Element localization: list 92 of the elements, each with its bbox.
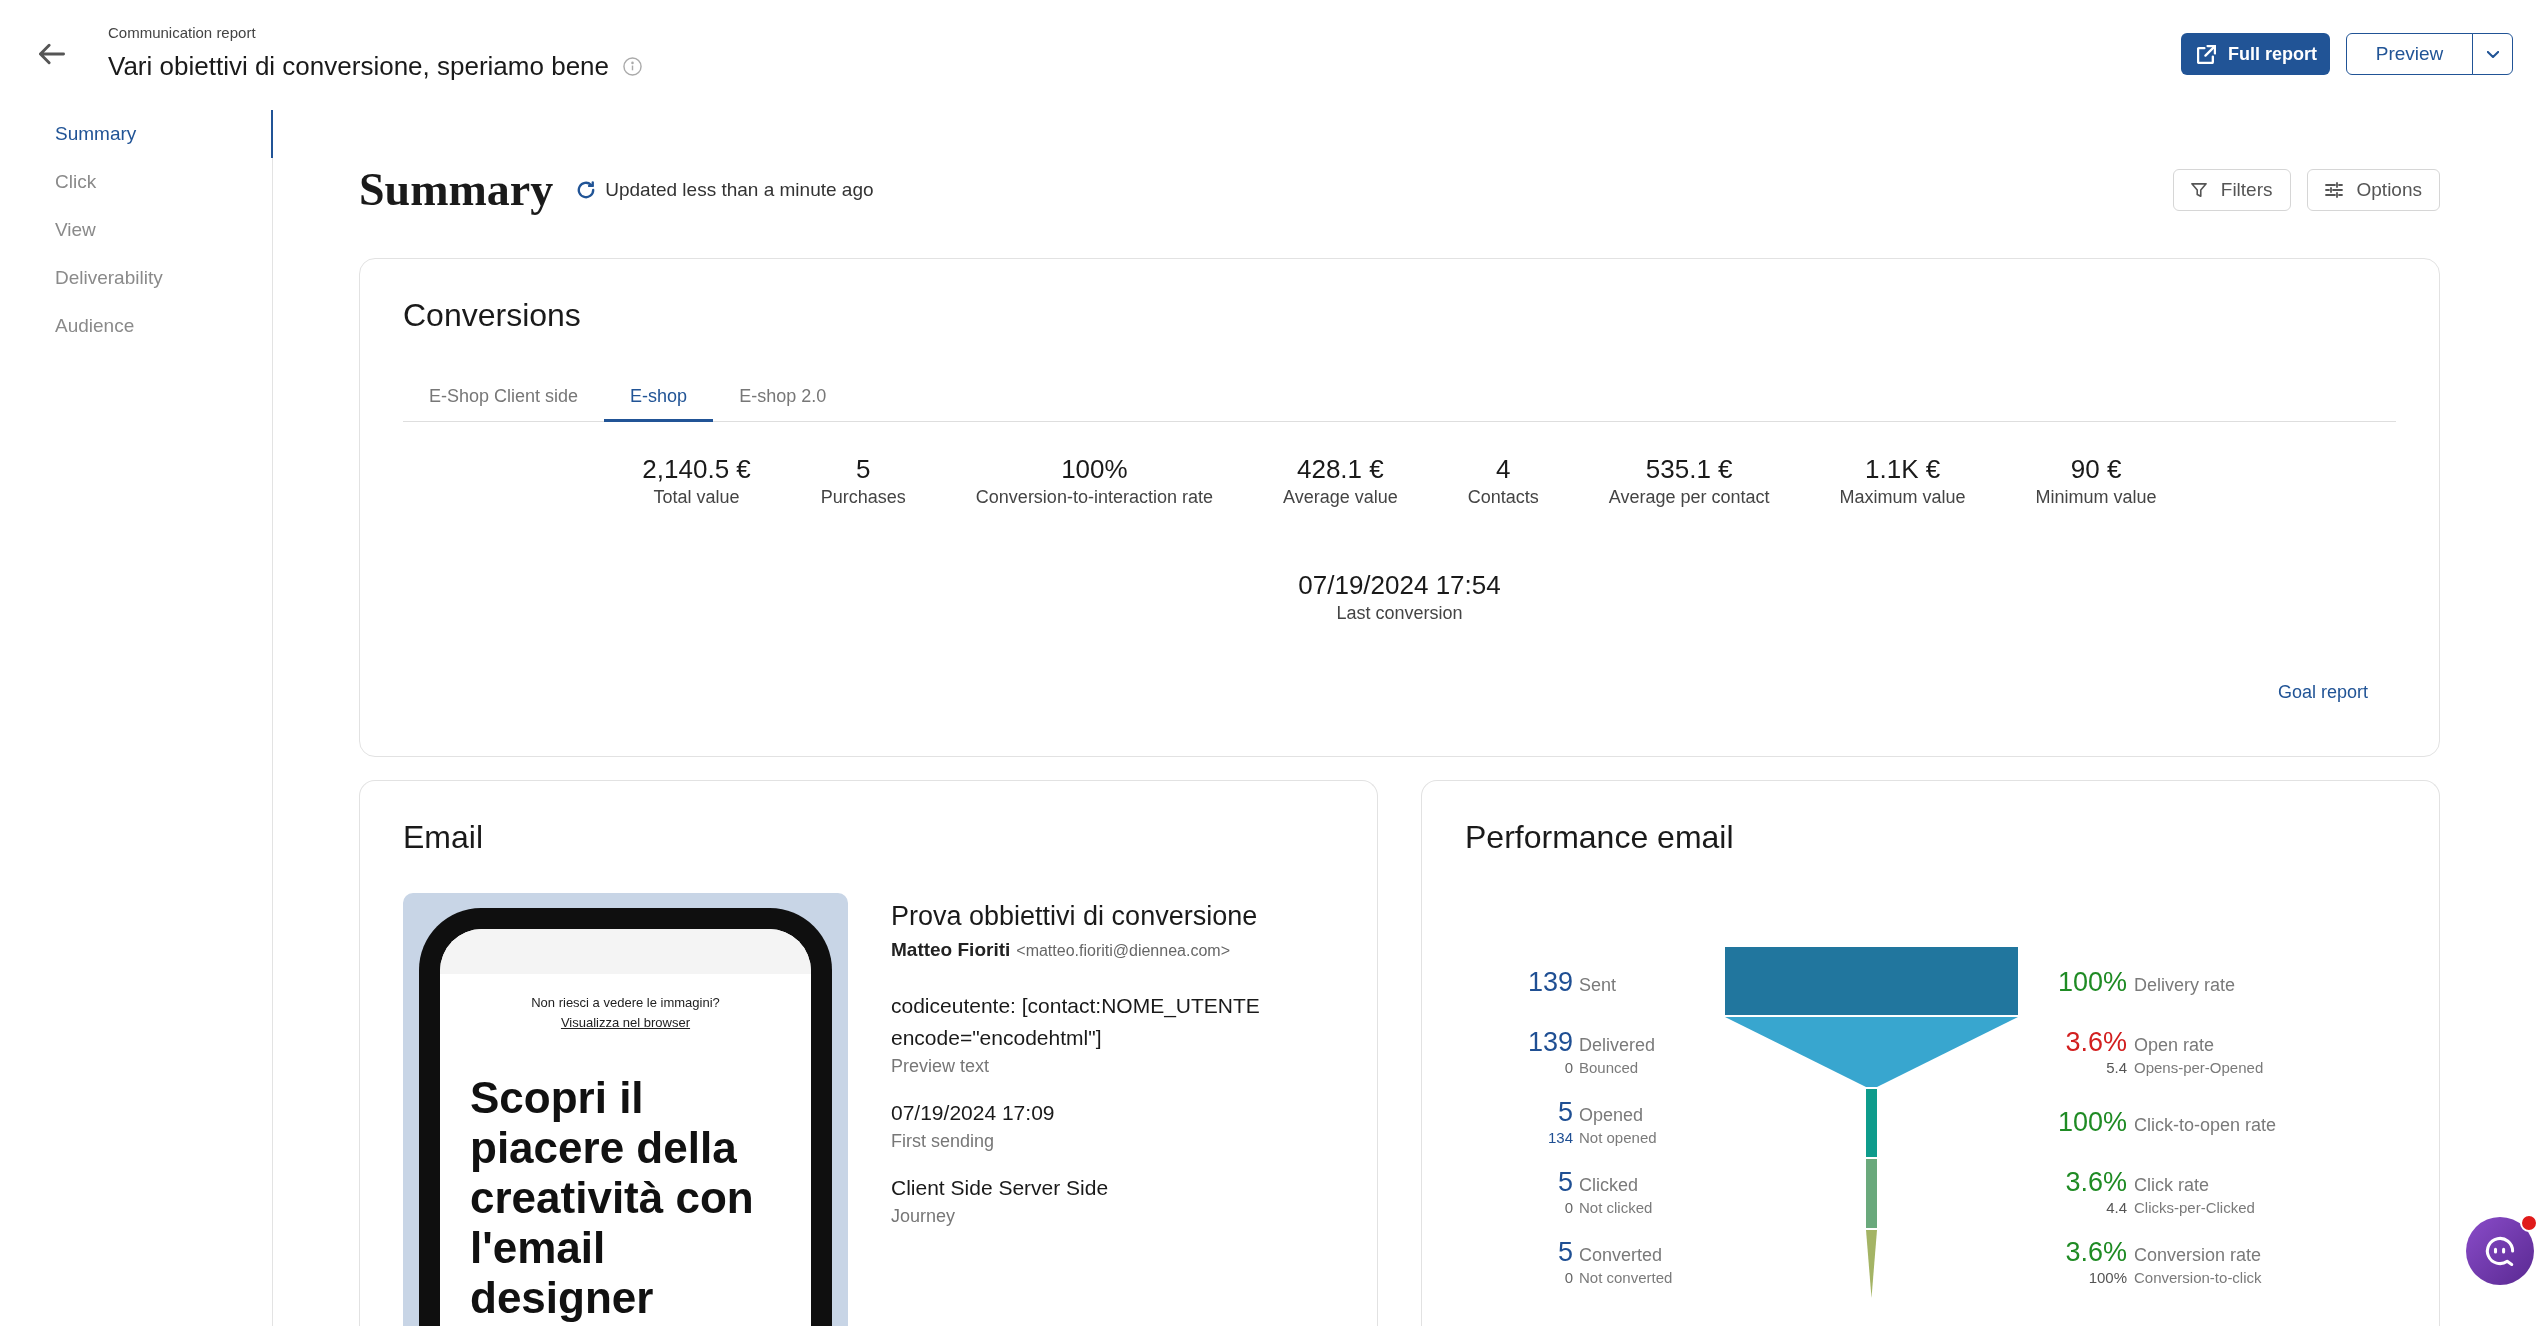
funnel-segment	[1866, 1089, 1877, 1157]
funnel-sublabel: Not converted	[1579, 1268, 1673, 1288]
stat-value: 5	[856, 453, 871, 485]
rate-label: Delivery rate	[2134, 974, 2236, 997]
refresh-icon	[577, 181, 596, 199]
rate-value: 3.6%	[2065, 1166, 2127, 1198]
sender-name: Matteo Fioriti	[891, 938, 1011, 962]
funnel-segment	[1866, 1159, 1877, 1228]
sender-email: <matteo.fioriti@diennea.com>	[1016, 941, 1230, 961]
stat-label: Total value	[653, 486, 740, 509]
sidebar-item[interactable]: Click	[0, 158, 273, 206]
conversion-tab[interactable]: E-shop	[604, 374, 714, 422]
funnel-label: Delivered	[1579, 1034, 1656, 1057]
rate-value: 3.6%	[2065, 1236, 2127, 1268]
email-subject: Prova obbiettivi di conversione	[891, 900, 1259, 933]
stat-label: Contacts	[1467, 486, 1539, 509]
sidebar-item[interactable]: Summary	[0, 110, 273, 158]
field-value: codiceutente: [contact:NOME_UTENTE encode="encodehtml"]	[891, 993, 1261, 1051]
ratio-label: Clicks-per-Clicked	[2134, 1198, 2255, 1218]
rate-value: 3.6%	[2065, 1026, 2127, 1058]
full-report-button[interactable]: Full report	[2181, 33, 2330, 75]
stat-label: Average per contact	[1608, 486, 1770, 509]
stat-value: 1.1K €	[1865, 453, 1941, 485]
ratio-value: 100%	[2088, 1268, 2127, 1288]
funnel-sublabel: Not clicked	[1579, 1198, 1653, 1218]
card-title: Conversions	[403, 296, 582, 335]
field-value: Client Side Server Side	[891, 1175, 1110, 1201]
conversion-tab[interactable]: E-shop 2.0	[713, 374, 853, 422]
stat-label: Conversion-to-interaction rate	[975, 486, 1213, 509]
sliders-icon	[2324, 182, 2343, 198]
breadcrumb: Communication report	[108, 23, 257, 43]
rate-label: Conversion rate	[2134, 1244, 2262, 1267]
funnel-count: 5	[1557, 1096, 1573, 1128]
funnel-sublabel: Bounced	[1579, 1058, 1639, 1078]
dropdown-button[interactable]	[2472, 33, 2513, 75]
conversion-tab[interactable]: E-Shop Client side	[403, 374, 605, 422]
ratio-value: 5.4	[2106, 1058, 2127, 1078]
last-conversion-value: 07/19/2024 17:54	[1298, 569, 1501, 601]
stat-value: 2,140.5 €	[642, 453, 751, 485]
funnel-subcount: 0	[1564, 1198, 1573, 1218]
funnel-subcount: 134	[1547, 1128, 1573, 1148]
stat-label: Minimum value	[2035, 486, 2157, 509]
ratio-label: Conversion-to-click	[2134, 1268, 2262, 1288]
filter-icon	[2190, 181, 2207, 199]
rate-value: 100%	[2057, 1106, 2127, 1138]
stat-value: 4	[1496, 453, 1511, 485]
funnel-count: 5	[1557, 1166, 1573, 1198]
funnel-label: Sent	[1579, 974, 1617, 997]
funnel-label: Converted	[1579, 1244, 1663, 1267]
field-value: 07/19/2024 17:09	[891, 1100, 1056, 1126]
filters-button[interactable]: Filters	[2172, 169, 2291, 211]
card-title: Performance email	[1465, 818, 1735, 857]
funnel-label: Opened	[1579, 1104, 1644, 1127]
stat-value: 535.1 €	[1645, 453, 1733, 485]
email-headline: Scopri il piacere della creatività con l'email designer	[470, 1073, 755, 1323]
stat-value: 428.1 €	[1296, 453, 1384, 485]
external-link-icon	[2197, 44, 2216, 64]
funnel-segment	[1866, 1230, 1877, 1298]
funnel-subcount: 0	[1564, 1268, 1573, 1288]
goal-report-link[interactable]: Goal report	[2277, 680, 2368, 704]
funnel-count: 139	[1527, 966, 1573, 998]
stat-label: Average value	[1282, 486, 1398, 509]
funnel-count: 5	[1557, 1236, 1573, 1268]
report-title: Vari obiettivi di conversione, speriamo bene	[108, 50, 609, 83]
field-label: Journey	[891, 1205, 957, 1228]
funnel-count: 139	[1527, 1026, 1573, 1058]
preview-notice: Non riesci a vedere le immagini? Visualizza nel browser	[530, 994, 721, 1032]
chevron-down-icon	[2486, 50, 2499, 58]
ratio-label: Opens-per-Opened	[2134, 1058, 2264, 1078]
field-label: Preview text	[891, 1055, 991, 1078]
funnel-label: Clicked	[1579, 1174, 1639, 1197]
stat-label: Purchases	[820, 486, 906, 509]
stat-value: 100%	[1061, 453, 1128, 485]
stat-label: Maximum value	[1839, 486, 1966, 509]
arrow-left-icon	[39, 43, 65, 65]
preview-button[interactable]: Preview	[2346, 33, 2473, 75]
rate-label: Click-to-open rate	[2134, 1114, 2277, 1137]
rate-label: Open rate	[2134, 1034, 2215, 1057]
update-status: Updated less than a minute ago	[605, 177, 874, 202]
stat-value: 90 €	[2070, 453, 2122, 485]
page-heading: Summary	[359, 165, 554, 215]
rate-label: Click rate	[2134, 1174, 2209, 1197]
ratio-value: 4.4	[2106, 1198, 2127, 1218]
card-title: Email	[403, 818, 484, 857]
field-label: First sending	[891, 1130, 996, 1153]
browser-link[interactable]: Visualizza nel browser	[560, 1015, 691, 1030]
info-icon	[623, 56, 642, 76]
funnel-sublabel: Not opened	[1579, 1128, 1657, 1148]
options-button[interactable]: Options	[2306, 169, 2440, 211]
rate-value: 100%	[2057, 966, 2127, 998]
funnel-subcount: 0	[1564, 1058, 1573, 1078]
last-conversion-label: Last conversion	[1336, 602, 1463, 625]
